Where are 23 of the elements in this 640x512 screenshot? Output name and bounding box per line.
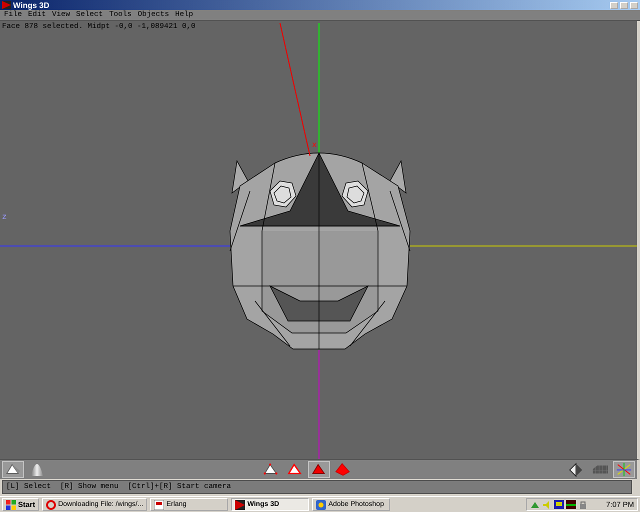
app-icon: [2, 1, 11, 9]
network-icon[interactable]: [530, 500, 540, 510]
axes-icon: [616, 461, 632, 478]
close-button[interactable]: [630, 2, 638, 8]
lock-icon[interactable]: [578, 500, 588, 510]
window-icon: [154, 500, 164, 510]
face-mode-button[interactable]: [308, 461, 330, 478]
maximize-button[interactable]: [620, 2, 628, 8]
app-icon: [235, 500, 246, 510]
window-title: Wings 3D: [13, 0, 50, 10]
body-mode-icon: [334, 461, 350, 478]
axes-button[interactable]: [613, 461, 635, 478]
pyramid-icon: [568, 461, 584, 478]
windows-flag-icon: [6, 500, 16, 510]
app-icon: [316, 500, 326, 510]
flat-shaded-pyramid-button[interactable]: [2, 461, 24, 478]
ring-icon: [46, 500, 56, 510]
axis-label: x: [312, 141, 317, 150]
axis-label: z: [2, 213, 7, 222]
bars-icon[interactable]: [566, 500, 576, 510]
monitor-icon[interactable]: [554, 500, 564, 510]
minimize-button[interactable]: [610, 2, 618, 8]
smooth-shaded-cone-icon: [31, 464, 43, 476]
